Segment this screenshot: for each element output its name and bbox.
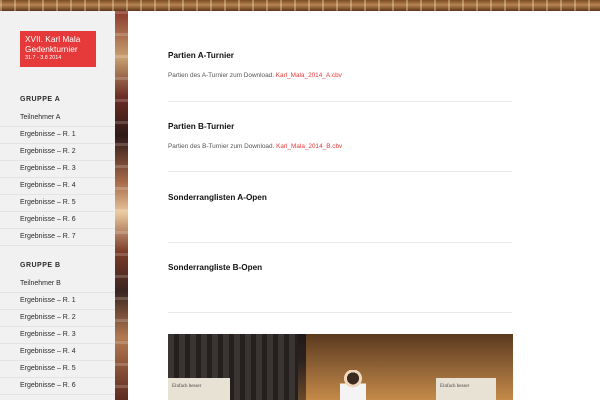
post-text: Partien des A-Turnier zum Download. Karl… <box>168 71 512 80</box>
post-title[interactable]: Partien B-Turnier <box>168 122 512 132</box>
sidebar-item-a-ergebnisse-r4[interactable]: Ergebnisse – R. 4 <box>0 178 115 195</box>
photo-banner-left <box>168 378 230 400</box>
sidebar-item-a-ergebnisse-r5[interactable]: Ergebnisse – R. 5 <box>0 195 115 212</box>
post-title[interactable]: Partien A-Turnier <box>168 51 512 61</box>
download-link-b[interactable]: Karl_Mala_2014_B.cbv <box>276 143 342 150</box>
site-title-line2: Gedenkturnier <box>25 44 78 54</box>
post-divider <box>168 242 512 243</box>
post-divider <box>168 171 512 172</box>
post-text-body: Partien des B-Turnier zum Download. <box>168 143 275 150</box>
sidebar-item-a-ergebnisse-r2[interactable]: Ergebnisse – R. 2 <box>0 144 115 161</box>
sidebar-item-b-ergebnisse-r4[interactable]: Ergebnisse – R. 4 <box>0 344 115 361</box>
photo-banner-right <box>436 378 496 400</box>
sidebar-heading-gruppe-a: GRUPPE A <box>20 96 61 103</box>
sidebar-item-teilnehmer-b[interactable]: Teilnehmer B <box>0 276 115 293</box>
sidebar-item-b-ergebnisse-r1[interactable]: Ergebnisse – R. 1 <box>0 293 115 310</box>
post-partien-a: Partien A-Turnier Partien des A-Turnier … <box>168 51 512 80</box>
post-divider <box>168 101 512 102</box>
sidebar-item-b-ergebnisse-r2[interactable]: Ergebnisse – R. 2 <box>0 310 115 327</box>
download-link-a[interactable]: Karl_Mala_2014_A.cbv <box>276 72 342 79</box>
sidebar-item-b-ergebnisse-r5[interactable]: Ergebnisse – R. 5 <box>0 361 115 378</box>
site-title[interactable]: XVII. Karl Mala Gedenkturnier 31.7 - 3.8… <box>20 31 96 67</box>
photo-banner-text-right: Einfach besser <box>440 384 470 389</box>
post-text: Partien des B-Turnier zum Download. Karl… <box>168 142 512 151</box>
sidebar-item-b-ergebnisse-r6[interactable]: Ergebnisse – R. 6 <box>0 378 115 395</box>
photo-banner-text-left: Einfach besser <box>172 384 202 389</box>
sidebar-item-a-ergebnisse-r1[interactable]: Ergebnisse – R. 1 <box>0 127 115 144</box>
post-title[interactable]: Sonderranglisten A-Open <box>168 193 512 203</box>
sidebar-item-a-ergebnisse-r7[interactable]: Ergebnisse – R. 7 <box>0 229 115 246</box>
post-sonderrangliste-b: Sonderrangliste B-Open <box>168 263 512 273</box>
main-content: Partien A-Turnier Partien des A-Turnier … <box>128 11 600 400</box>
sidebar-item-a-ergebnisse-r6[interactable]: Ergebnisse – R. 6 <box>0 212 115 229</box>
sidebar-item-a-ergebnisse-r3[interactable]: Ergebnisse – R. 3 <box>0 161 115 178</box>
site-dates: 31.7 - 3.8 2014 <box>25 55 62 61</box>
photo-person <box>340 370 366 400</box>
background-photo-stripe <box>115 11 128 400</box>
post-title[interactable]: Sonderrangliste B-Open <box>168 263 512 273</box>
sidebar-menu-gruppe-a: Teilnehmer A Ergebnisse – R. 1 Ergebniss… <box>0 110 115 246</box>
post-divider <box>168 312 512 313</box>
sidebar-heading-gruppe-b: GRUPPE B <box>20 262 61 269</box>
sidebar-item-b-ergebnisse-r3[interactable]: Ergebnisse – R. 3 <box>0 327 115 344</box>
post-sonderranglisten-a: Sonderranglisten A-Open <box>168 193 512 203</box>
sidebar-menu-gruppe-b: Teilnehmer B Ergebnisse – R. 1 Ergebniss… <box>0 276 115 395</box>
post-partien-b: Partien B-Turnier Partien des B-Turnier … <box>168 122 512 151</box>
sidebar: XVII. Karl Mala Gedenkturnier 31.7 - 3.8… <box>0 11 115 400</box>
header-photo-strip <box>0 0 600 11</box>
featured-photo[interactable]: Einfach besser Einfach besser <box>168 334 513 400</box>
site-title-line1: XVII. Karl Mala <box>25 34 81 44</box>
post-text-body: Partien des A-Turnier zum Download. <box>168 72 274 79</box>
sidebar-item-teilnehmer-a[interactable]: Teilnehmer A <box>0 110 115 127</box>
